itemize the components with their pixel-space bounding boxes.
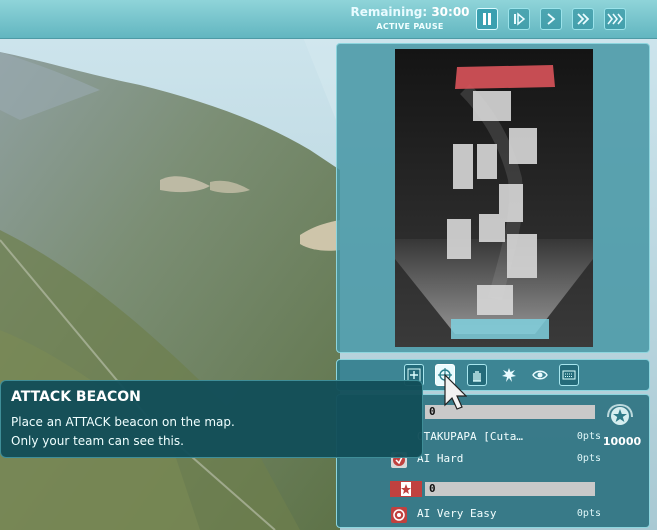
- star-emblem-icon: [401, 482, 411, 496]
- team-score: 0: [429, 405, 436, 418]
- minimap-panel: [336, 43, 650, 353]
- capture-zone: [507, 234, 537, 278]
- player-base-zone: [451, 319, 549, 339]
- explosion-button[interactable]: [499, 364, 519, 386]
- capture-zone: [509, 128, 537, 164]
- pause-icon: [483, 13, 491, 25]
- team-score: 0: [429, 482, 436, 495]
- ai-icon: [393, 509, 405, 521]
- fastest-button[interactable]: [604, 8, 626, 30]
- enemy-base-zone: [455, 65, 555, 89]
- total-score: 10000: [602, 435, 642, 448]
- tooltip-title: ATTACK BEACON: [11, 389, 141, 405]
- fast-forward-icon: [577, 13, 590, 25]
- mouse-cursor-icon: [444, 373, 467, 410]
- remaining-time-value: 30:00: [431, 5, 470, 19]
- step-button[interactable]: [508, 8, 530, 30]
- rank-star-badge-icon: [607, 403, 633, 425]
- remaining-label: Remaining:: [350, 5, 428, 19]
- capture-zone: [453, 144, 473, 189]
- pause-button[interactable]: [476, 8, 498, 30]
- explosion-icon: [502, 368, 516, 382]
- player-points: 0pts: [576, 431, 601, 442]
- player-name: AI Very Easy: [417, 507, 497, 520]
- capture-zone: [473, 91, 511, 121]
- visibility-button[interactable]: [530, 364, 550, 386]
- team-score-bar: 0: [425, 482, 595, 496]
- play-button[interactable]: [540, 8, 562, 30]
- player-name: OTAKUPAPA [Cuta…: [417, 430, 523, 443]
- tooltip-attack-beacon: ATTACK BEACON Place an ATTACK beacon on …: [0, 380, 423, 458]
- ai-player-icon: [391, 507, 407, 523]
- capture-zone: [479, 214, 505, 242]
- keyboard-button[interactable]: [559, 364, 579, 386]
- eye-icon: [532, 370, 548, 380]
- capture-zone: [477, 144, 497, 179]
- capture-zone: [447, 219, 471, 259]
- fast-forward-button[interactable]: [572, 8, 594, 30]
- player-points: 0pts: [576, 508, 601, 519]
- minimap-canvas: [395, 49, 593, 347]
- play-icon: [547, 13, 556, 25]
- keyboard-icon: [562, 370, 576, 380]
- fastest-icon: [607, 13, 624, 25]
- player-points: 0pts: [576, 453, 601, 464]
- player-row[interactable]: AI Very Easy 0pts: [391, 506, 601, 524]
- hand-icon: [473, 371, 481, 382]
- minimap[interactable]: [395, 49, 593, 347]
- enemy-team-flag: [390, 481, 422, 497]
- tooltip-note: Only your team can see this.: [11, 434, 184, 448]
- top-hud-bar: Remaining: 30:00 ACTIVE PAUSE: [0, 0, 657, 39]
- step-icon: [514, 12, 526, 26]
- player-name: AI Hard: [417, 452, 464, 465]
- defend-beacon-button[interactable]: [467, 364, 487, 386]
- capture-zone: [477, 285, 513, 315]
- pause-state-label: ACTIVE PAUSE: [376, 22, 444, 31]
- tooltip-description: Place an ATTACK beacon on the map.: [11, 415, 235, 429]
- remaining-time-label: Remaining: 30:00: [340, 5, 480, 19]
